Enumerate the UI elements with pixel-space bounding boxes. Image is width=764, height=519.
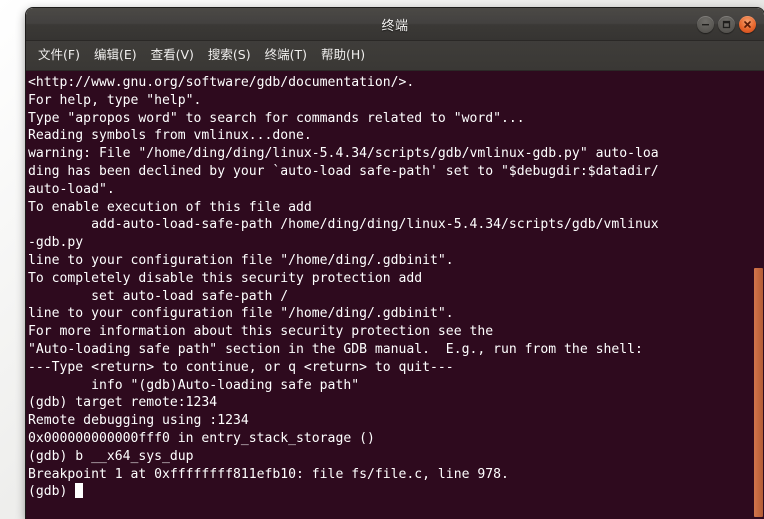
terminal-line: <http://www.gnu.org/software/gdb/documen…: [28, 75, 415, 90]
menu-item-file[interactable]: 文件(F): [31, 45, 87, 66]
menu-item-terminal[interactable]: 终端(T): [258, 45, 314, 66]
terminal-scrollbar-thumb[interactable]: [754, 268, 763, 517]
terminal-line: Remote debugging using :1234: [28, 413, 249, 429]
terminal-line: Breakpoint 1 at 0xffffffff811efb10: file…: [28, 466, 509, 482]
terminal-line: To enable execution of this file add: [28, 199, 312, 215]
terminal-line: To completely disable this security prot…: [28, 270, 423, 286]
terminal-line: line to your configuration file "/home/d…: [28, 252, 454, 268]
terminal-line: warning: File "/home/ding/ding/linux-5.4…: [28, 146, 659, 162]
terminal-line: set auto-load safe-path /: [28, 288, 289, 304]
maximize-icon: [722, 20, 731, 29]
window-controls: [697, 8, 756, 41]
terminal-line: For more information about this security…: [28, 324, 494, 340]
menu-item-search[interactable]: 搜索(S): [201, 45, 258, 66]
terminal-line: ding has been declined by your `auto-loa…: [28, 163, 659, 179]
terminal-prompt: (gdb): [28, 484, 76, 500]
terminal-output[interactable]: <http://www.gnu.org/software/gdb/documen…: [26, 71, 753, 519]
terminal-prompt-line: (gdb): [28, 483, 753, 501]
terminal-window: 终端 文件(F) 编辑(E) 查看(V) 搜索(S) 终端(T) 帮助(H) <…: [26, 8, 764, 519]
terminal-line-list: <http://www.gnu.org/software/gdb/documen…: [26, 74, 753, 501]
terminal-line: info "(gdb)Auto-loading safe path": [28, 377, 360, 393]
terminal-line: For help, type "help".: [28, 92, 202, 108]
terminal-line: Reading symbols from vmlinux...done.: [28, 128, 312, 144]
terminal-line: 0x000000000000fff0 in entry_stack_storag…: [28, 430, 375, 446]
terminal-line: add-auto-load-safe-path /home/ding/ding/…: [28, 217, 659, 233]
close-icon: [744, 21, 751, 28]
minimize-icon: [702, 24, 709, 26]
minimize-button[interactable]: [697, 16, 714, 33]
window-titlebar[interactable]: 终端: [26, 8, 764, 41]
desktop-background: 终端 文件(F) 编辑(E) 查看(V) 搜索(S) 终端(T) 帮助(H) <…: [0, 0, 764, 519]
menubar: 文件(F) 编辑(E) 查看(V) 搜索(S) 终端(T) 帮助(H): [26, 41, 764, 71]
terminal-line: (gdb) b __x64_sys_dup: [28, 448, 194, 464]
maximize-button[interactable]: [718, 16, 735, 33]
terminal-line: (gdb) target remote:1234: [28, 395, 218, 411]
menu-item-edit[interactable]: 编辑(E): [87, 45, 144, 66]
terminal-line: ---Type <return> to continue, or q <retu…: [28, 359, 454, 375]
terminal-line: line to your configuration file "/home/d…: [28, 306, 454, 322]
menu-item-help[interactable]: 帮助(H): [314, 45, 372, 66]
window-title: 终端: [381, 18, 409, 34]
menu-item-view[interactable]: 查看(V): [144, 45, 201, 66]
terminal-line: Type "apropos word" to search for comman…: [28, 110, 525, 126]
terminal-line: "Auto-loading safe path" section in the …: [28, 341, 643, 357]
terminal-line: -gdb.py: [28, 235, 84, 251]
terminal-area[interactable]: <http://www.gnu.org/software/gdb/documen…: [26, 71, 764, 519]
terminal-cursor: [75, 483, 84, 499]
terminal-line: auto-load".: [28, 181, 115, 197]
terminal-scrollbar-track[interactable]: [753, 71, 764, 519]
close-button[interactable]: [739, 16, 756, 33]
